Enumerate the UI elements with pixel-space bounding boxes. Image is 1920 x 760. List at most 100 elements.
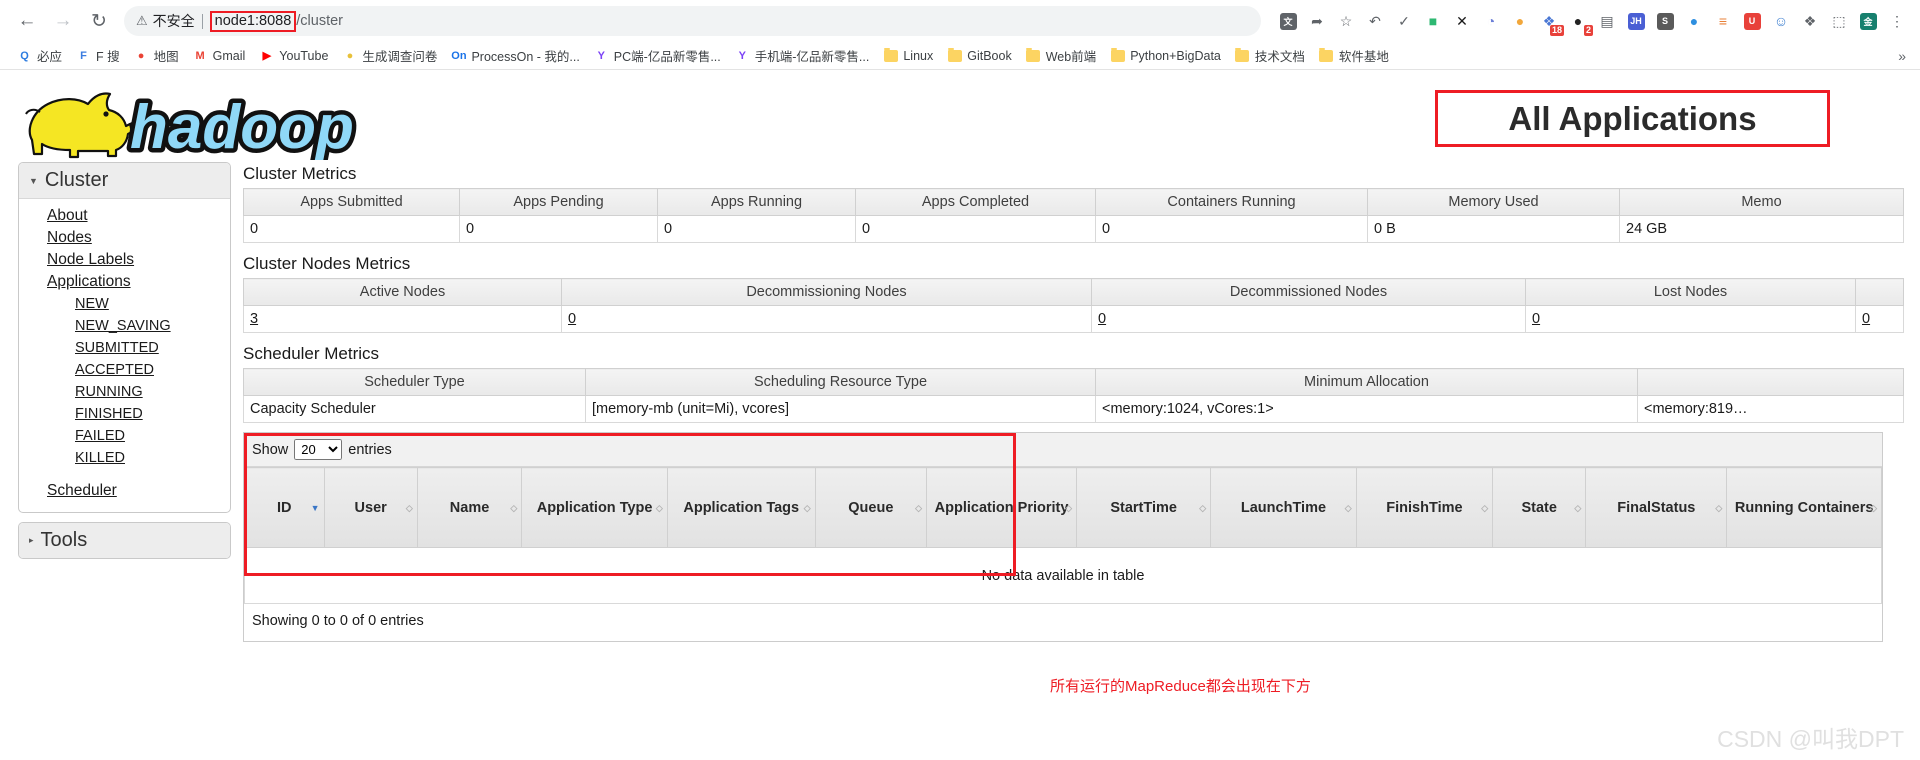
sidebar-item-applications[interactable]: Applications	[19, 271, 230, 293]
column-label: Application Type	[536, 499, 653, 516]
sidebar-item-accepted[interactable]: ACCEPTED	[19, 359, 230, 381]
metric-value[interactable]: 3	[243, 305, 562, 333]
column-header: Apps Running	[657, 188, 856, 216]
address-bar[interactable]: ⚠ 不安全 node1:8088 /cluster	[124, 6, 1261, 36]
bookmark-item[interactable]: On ProcessOn - 我的...	[444, 44, 586, 67]
sort-desc-icon: ▼	[310, 502, 320, 513]
sidebar-item-new[interactable]: NEW	[19, 293, 230, 315]
panda-icon[interactable]: ● 2	[1565, 8, 1593, 36]
sidebar-item-new-saving[interactable]: NEW_SAVING	[19, 315, 230, 337]
bookmark-item[interactable]: ● 地图	[127, 44, 186, 67]
applications-column-header[interactable]: FinishTime ◇	[1355, 467, 1494, 548]
sidepanel-icon[interactable]: ▤	[1594, 8, 1620, 34]
reload-button[interactable]: ↻	[82, 4, 116, 38]
applications-column-header[interactable]: User ◇	[323, 467, 418, 548]
puzzle-blue-icon[interactable]: ❖ 18	[1536, 8, 1564, 36]
metric-value[interactable]: 0	[1855, 305, 1904, 333]
applications-column-header[interactable]: Name ◇	[416, 467, 523, 548]
applications-column-header[interactable]: ID ▼	[244, 467, 325, 548]
u-extension-icon[interactable]: U	[1739, 8, 1765, 34]
bookmark-item[interactable]: Python+BigData	[1103, 46, 1228, 65]
sidebar-item-submitted[interactable]: SUBMITTED	[19, 337, 230, 359]
folder-icon	[947, 47, 962, 63]
cluster-metrics-header-row: Apps Submitted Apps Pending Apps Running Ap…	[243, 188, 1904, 216]
sidebar-item-killed[interactable]: KILLED	[19, 447, 230, 469]
bookmark-item[interactable]: GitBook	[940, 46, 1018, 65]
translate-icon[interactable]: 文	[1275, 8, 1301, 34]
bookmark-item[interactable]: 软件基地	[1312, 44, 1396, 67]
svg-text:hadoop: hadoop	[130, 93, 354, 160]
metric-value: <memory:1024, vCores:1>	[1095, 395, 1638, 423]
share-icon[interactable]: ➦	[1304, 8, 1330, 34]
metric-value: 0	[243, 215, 460, 243]
bookmark-item[interactable]: 技术文档	[1228, 44, 1312, 67]
bookmark-item[interactable]: Linux	[876, 46, 940, 65]
forward-button[interactable]: →	[46, 4, 80, 38]
sidebar-item-finished[interactable]: FINISHED	[19, 403, 230, 425]
applications-column-header[interactable]: Application Type ◇	[521, 467, 668, 548]
sidebar-cluster-header[interactable]: ▼ Cluster	[19, 163, 230, 199]
extensions-puzzle-icon[interactable]: ❖	[1797, 8, 1823, 34]
sort-toggle-icon: ◇	[803, 502, 811, 513]
applications-column-header[interactable]: LaunchTime ◇	[1210, 467, 1357, 548]
bookmark-item[interactable]: M Gmail	[186, 46, 253, 65]
applications-column-header[interactable]: Application Priority ◇	[926, 467, 1078, 548]
bookmark-item[interactable]: Y 手机端-亿品新零售...	[728, 44, 877, 67]
person-blue-icon[interactable]: ☺	[1768, 8, 1794, 34]
sidebar-toggle-icon[interactable]: ⬚	[1826, 8, 1852, 34]
green-note-icon[interactable]: ■	[1420, 8, 1446, 34]
bookmark-item[interactable]: FF 搜	[69, 44, 127, 67]
metric-value[interactable]: 0	[561, 305, 1092, 333]
lamp-icon[interactable]: ●	[1507, 8, 1533, 34]
metric-value: 24 GB	[1619, 215, 1904, 243]
x-icon-glyph: ✕	[1456, 12, 1468, 29]
metric-value: [memory-mb (unit=Mi), vcores]	[585, 395, 1096, 423]
sidebar-tools-header[interactable]: ▸ Tools	[19, 523, 230, 558]
applications-column-header[interactable]: StartTime ◇	[1076, 467, 1212, 548]
jh-extension-icon[interactable]: JH	[1623, 8, 1649, 34]
bookmark-item[interactable]: Web前端	[1019, 44, 1103, 67]
bookmark-item[interactable]: ● 生成调查问卷	[335, 44, 444, 67]
chevron-right-icon: ▸	[29, 535, 34, 545]
extension-icons: 文 ➦ ☆ ↶ ✓ ■ ✕ ◔ ● ❖ 18 ● 2 ▤ JH S ● ≡ U ☺ ❖ ⬚ 金 ⋮	[1271, 8, 1910, 36]
sort-toggle-icon: ◇	[1870, 502, 1877, 513]
sidebar-item-running[interactable]: RUNNING	[19, 381, 230, 403]
profile-avatar[interactable]: 金	[1855, 8, 1881, 34]
applications-column-header[interactable]: Running Containers ◇	[1726, 467, 1882, 548]
chrome-menu-icon[interactable]: ⋮	[1884, 8, 1910, 34]
sort-toggle-icon: ◇	[1065, 502, 1073, 513]
metric-value[interactable]: 0	[1091, 305, 1526, 333]
check-icon[interactable]: ✓	[1391, 8, 1417, 34]
applications-column-header[interactable]: Application Tags ◇	[666, 467, 816, 548]
sidebar-item-failed[interactable]: FAILED	[19, 425, 230, 447]
metric-value[interactable]: 0	[1525, 305, 1856, 333]
page-size-select[interactable]: 2050100	[294, 439, 343, 460]
hadoop-yarn-page: hadoop hadoop All Applications ▼ Cluster…	[0, 70, 1920, 760]
back-button[interactable]: ←	[10, 4, 44, 38]
applications-column-header[interactable]: Queue ◇	[814, 467, 928, 548]
bookmark-star-icon[interactable]: ☆	[1333, 8, 1359, 34]
bookmarks-overflow-icon[interactable]: »	[1898, 48, 1910, 64]
insecure-label: 不安全	[152, 13, 195, 29]
bookmark-item[interactable]: Y PC端-亿品新零售...	[587, 44, 728, 67]
s-extension-icon[interactable]: S	[1652, 8, 1678, 34]
bookmark-item[interactable]: Q 必应	[10, 44, 69, 67]
clock-icon[interactable]: ◔	[1478, 8, 1504, 34]
sidebar-item-node-labels[interactable]: Node Labels	[19, 249, 230, 271]
undo-icon[interactable]: ↶	[1362, 8, 1388, 34]
sidebar-item-about[interactable]: About	[19, 205, 230, 227]
column-header	[1855, 278, 1904, 306]
applications-column-header[interactable]: FinalStatus ◇	[1585, 467, 1728, 548]
column-header: Scheduler Type	[243, 368, 586, 396]
sidebar-item-nodes[interactable]: Nodes	[19, 227, 230, 249]
insecure-warning-icon: ⚠	[136, 13, 148, 28]
chat-blue-icon[interactable]: ●	[1681, 8, 1707, 34]
list-orange-icon[interactable]: ≡	[1710, 8, 1736, 34]
x-icon[interactable]: ✕	[1449, 8, 1475, 34]
column-header: Apps Submitted	[243, 188, 460, 216]
folder-icon	[1110, 47, 1125, 63]
bookmark-item[interactable]: ▶ YouTube	[252, 46, 335, 65]
column-header: Scheduling Resource Type	[585, 368, 1096, 396]
sidebar-item-scheduler[interactable]: Scheduler	[19, 480, 230, 502]
applications-column-header[interactable]: State ◇	[1492, 467, 1587, 548]
